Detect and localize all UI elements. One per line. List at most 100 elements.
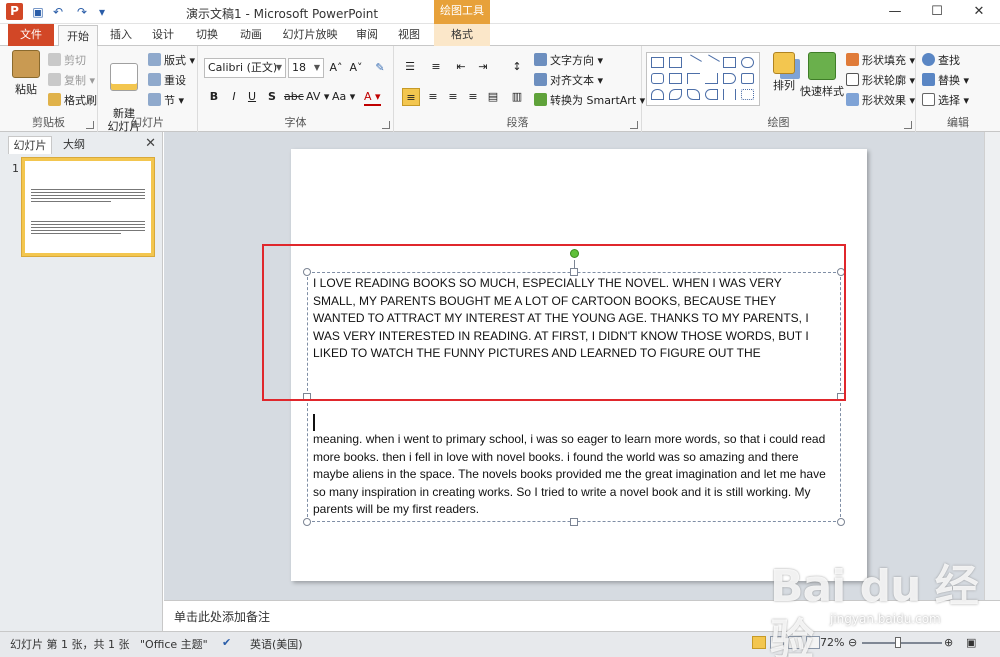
- paste-button[interactable]: 粘贴: [8, 50, 44, 97]
- triangle-shape-icon[interactable]: [669, 73, 682, 84]
- close-button[interactable]: ✕: [958, 0, 1000, 24]
- redo-icon[interactable]: ↷: [74, 4, 90, 20]
- close-icon[interactable]: ✕: [145, 136, 156, 151]
- notes-pane[interactable]: 单击此处添加备注: [164, 600, 1000, 631]
- connector-shape-icon[interactable]: [687, 73, 700, 84]
- copy-button[interactable]: 复制 ▾: [48, 72, 95, 90]
- shapes-gallery[interactable]: [646, 52, 760, 106]
- slide-thumbnail[interactable]: [22, 158, 154, 256]
- maximize-button[interactable]: ☐: [916, 0, 958, 24]
- paragraph-launcher-icon[interactable]: [630, 121, 638, 129]
- slideshow-view-icon[interactable]: [806, 636, 820, 649]
- fit-to-window-icon[interactable]: ▣: [966, 636, 976, 649]
- shrink-font-button[interactable]: A˅: [348, 59, 364, 77]
- arrange-button[interactable]: 排列: [766, 52, 802, 93]
- text-shadow-button[interactable]: S: [264, 88, 280, 106]
- italic-button[interactable]: I: [226, 88, 242, 106]
- tab-transitions[interactable]: 切换: [190, 24, 224, 46]
- arrow-shape-icon[interactable]: [703, 54, 720, 71]
- tab-design[interactable]: 设计: [146, 24, 180, 46]
- clipboard-launcher-icon[interactable]: [86, 121, 94, 129]
- select-button[interactable]: 选择 ▾: [922, 92, 969, 110]
- character-spacing-button[interactable]: AV ▾: [306, 88, 329, 106]
- clear-formatting-button[interactable]: ✎: [372, 59, 388, 77]
- tab-format[interactable]: 格式: [434, 24, 490, 46]
- theme-status[interactable]: "Office 主题": [140, 636, 208, 652]
- normal-view-icon[interactable]: [752, 636, 766, 649]
- vertical-textbox-shape-icon[interactable]: [669, 57, 682, 68]
- line-shape-icon[interactable]: [685, 54, 702, 71]
- quick-styles-button[interactable]: 快速样式: [800, 52, 844, 99]
- find-button[interactable]: 查找: [922, 52, 960, 70]
- textbox-shape-icon[interactable]: [651, 57, 664, 68]
- convert-smartart-button[interactable]: 转换为 SmartArt ▾: [534, 92, 645, 110]
- freeform-shape-icon[interactable]: [669, 89, 682, 100]
- align-text-button[interactable]: 对齐文本 ▾: [534, 72, 603, 90]
- resize-handle-bottom-left[interactable]: [303, 518, 311, 526]
- underline-button[interactable]: U: [244, 88, 260, 106]
- align-left-icon[interactable]: ≡: [402, 88, 420, 106]
- text-direction-button[interactable]: 文字方向 ▾: [534, 52, 603, 70]
- layout-button[interactable]: 版式 ▾: [148, 52, 195, 70]
- replace-button[interactable]: 替换 ▾: [922, 72, 969, 90]
- decrease-indent-icon[interactable]: ⇤: [452, 58, 470, 76]
- increase-indent-icon[interactable]: ⇥: [474, 58, 492, 76]
- tab-animations[interactable]: 动画: [234, 24, 268, 46]
- reset-button[interactable]: 重设: [148, 72, 186, 90]
- brace-shape-icon[interactable]: [723, 89, 736, 100]
- justify-icon[interactable]: ≡: [464, 88, 482, 106]
- format-painter-button[interactable]: 格式刷: [48, 92, 97, 110]
- tab-insert[interactable]: 插入: [104, 24, 138, 46]
- align-center-icon[interactable]: ≡: [424, 88, 442, 106]
- grow-font-button[interactable]: A˄: [328, 59, 344, 77]
- tab-file[interactable]: 文件: [8, 24, 54, 46]
- curve-shape-icon[interactable]: [687, 89, 700, 100]
- zoom-in-icon[interactable]: ⊕: [944, 636, 953, 649]
- callout-shape-icon[interactable]: [651, 89, 664, 100]
- cut-button[interactable]: 剪切: [48, 52, 86, 70]
- block-arrow-shape-icon[interactable]: [723, 73, 736, 84]
- font-launcher-icon[interactable]: [382, 121, 390, 129]
- numbering-icon[interactable]: ≡: [426, 58, 446, 76]
- slide-sorter-view-icon[interactable]: [770, 636, 784, 649]
- columns-icon[interactable]: ▥: [508, 88, 526, 106]
- rectangle-shape-icon[interactable]: [723, 57, 736, 68]
- tab-home[interactable]: 开始: [58, 25, 98, 47]
- vertical-scrollbar[interactable]: [984, 132, 1000, 600]
- bullets-icon[interactable]: ☰: [400, 58, 420, 76]
- strikethrough-button[interactable]: abc: [284, 88, 304, 106]
- shape-effects-button[interactable]: 形状效果 ▾: [846, 92, 915, 110]
- align-right-icon[interactable]: ≡: [444, 88, 462, 106]
- resize-handle-bottom-right[interactable]: [837, 518, 845, 526]
- customize-quick-access-icon[interactable]: ▾: [94, 4, 110, 20]
- save-icon[interactable]: ▣: [30, 4, 46, 20]
- language-status[interactable]: 英语(美国): [250, 636, 303, 652]
- font-name-select[interactable]: Calibri (正文) ▼: [204, 58, 286, 78]
- more-shapes-icon[interactable]: [741, 89, 754, 100]
- zoom-slider-thumb[interactable]: [895, 637, 901, 648]
- minimize-button[interactable]: —: [874, 0, 916, 24]
- spell-check-icon[interactable]: ✔: [222, 636, 231, 649]
- line-spacing-icon[interactable]: ↕: [506, 58, 528, 76]
- change-case-button[interactable]: Aa ▾: [332, 88, 355, 106]
- tab-review[interactable]: 审阅: [350, 24, 384, 46]
- section-button[interactable]: 节 ▾: [148, 92, 184, 110]
- undo-icon[interactable]: ↶: [50, 4, 66, 20]
- tab-view[interactable]: 视图: [392, 24, 426, 46]
- oval-shape-icon[interactable]: [741, 57, 754, 68]
- arc-shape-icon[interactable]: [705, 89, 718, 100]
- flowchart-shape-icon[interactable]: [741, 73, 754, 84]
- zoom-slider[interactable]: [862, 642, 942, 644]
- shape-fill-button[interactable]: 形状填充 ▾: [846, 52, 915, 70]
- tab-outline-pane[interactable]: 大纲: [54, 136, 94, 154]
- font-size-select[interactable]: 18 ▼: [288, 58, 324, 78]
- drawing-launcher-icon[interactable]: [904, 121, 912, 129]
- bold-button[interactable]: B: [206, 88, 222, 106]
- shape-outline-button[interactable]: 形状轮廓 ▾: [846, 72, 915, 90]
- tab-slides-pane[interactable]: 幻灯片: [8, 136, 52, 154]
- tab-slideshow[interactable]: 幻灯片放映: [280, 24, 340, 46]
- elbow-connector-shape-icon[interactable]: [705, 73, 718, 84]
- resize-handle-bottom[interactable]: [570, 518, 578, 526]
- distributed-icon[interactable]: ▤: [484, 88, 502, 106]
- rounded-rectangle-shape-icon[interactable]: [651, 73, 664, 84]
